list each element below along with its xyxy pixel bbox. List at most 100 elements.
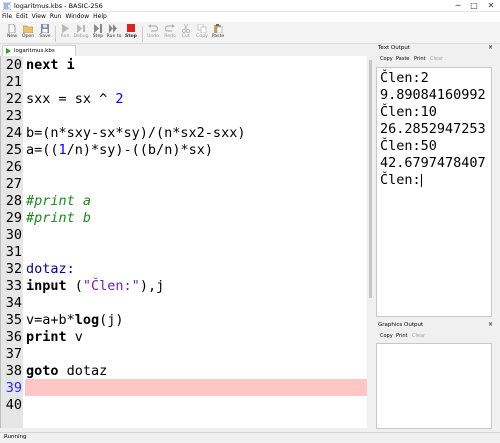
text-output-copy[interactable]: Copy bbox=[380, 55, 393, 63]
run-to-button[interactable]: Run to bbox=[106, 24, 122, 44]
output-prompt: Člen: bbox=[380, 172, 421, 188]
line-number: 25 bbox=[5, 142, 22, 158]
output-line: 9.89084160992 bbox=[380, 87, 486, 103]
line-number: 29 bbox=[5, 210, 22, 226]
run-to-icon bbox=[109, 24, 117, 33]
step-icon bbox=[94, 24, 102, 33]
output-line: Člen:10 bbox=[380, 104, 437, 120]
copy-icon bbox=[197, 24, 207, 33]
graphics-output-clear[interactable]: Clear bbox=[412, 332, 425, 340]
code-line: next i bbox=[26, 57, 75, 73]
panel-close-icon[interactable]: × bbox=[488, 44, 493, 51]
line-number-current: 39 bbox=[5, 380, 22, 396]
status-text: Running bbox=[4, 434, 27, 440]
open-folder-icon bbox=[23, 25, 33, 33]
step-button[interactable]: Step bbox=[90, 24, 106, 44]
run-icon bbox=[62, 24, 69, 33]
code-line: sxx = sx ^ 2 bbox=[26, 91, 124, 107]
menu-window[interactable]: Window bbox=[63, 12, 91, 22]
graphics-output-print[interactable]: Print bbox=[396, 332, 408, 340]
open-button[interactable]: Open bbox=[20, 24, 36, 44]
code-editor[interactable]: 20 next i 21 22 sxx = sx ^ 2 23 24 b=(n*… bbox=[0, 56, 374, 428]
output-line: Člen:2 bbox=[380, 70, 429, 86]
keyword: next i bbox=[26, 57, 75, 73]
text-output-title: Text Output bbox=[378, 45, 410, 51]
code-line-label: dotaz: bbox=[26, 261, 75, 277]
code-line: v=a+b*log(j) bbox=[26, 312, 124, 328]
graphics-output-header: Graphics Output × Copy Print Clear bbox=[376, 321, 500, 343]
cut-icon bbox=[182, 24, 190, 33]
line-number: 38 bbox=[5, 363, 22, 379]
cut-button[interactable]: Cut bbox=[178, 24, 194, 44]
line-number: 21 bbox=[5, 74, 22, 90]
undo-icon bbox=[148, 24, 158, 32]
stop-icon bbox=[127, 24, 135, 32]
editor-scrollbar[interactable] bbox=[367, 56, 374, 428]
graphics-output-title: Graphics Output bbox=[378, 322, 424, 328]
tab-label: logaritmus.kbs bbox=[14, 48, 55, 54]
undo-button[interactable]: Undo bbox=[145, 24, 161, 44]
stop-button[interactable]: Stop bbox=[123, 24, 139, 44]
text-output-scrollbar[interactable] bbox=[492, 67, 499, 317]
menu-help[interactable]: Help bbox=[91, 12, 109, 22]
text-output-area[interactable]: Člen:2 9.89084160992 Člen:10 26.28529472… bbox=[376, 67, 492, 317]
debug-button[interactable]: Debug bbox=[73, 24, 89, 44]
title-bar: logaritmus.kbs - BASIC-256 ─ □ ✕ bbox=[0, 0, 500, 12]
graphics-output-copy[interactable]: Copy bbox=[380, 332, 393, 340]
code-line: print v bbox=[26, 329, 83, 345]
run-button[interactable]: Run bbox=[57, 24, 73, 44]
redo-icon bbox=[165, 24, 175, 32]
tab-bar: logaritmus.kbs bbox=[0, 44, 376, 57]
line-number: 40 bbox=[5, 397, 22, 413]
output-line: 42.6797478407 bbox=[380, 155, 486, 171]
code-line: goto dotaz bbox=[26, 363, 108, 379]
menu-edit[interactable]: Edit bbox=[14, 12, 30, 22]
redo-button[interactable]: Redo bbox=[162, 24, 178, 44]
text-output-header: Text Output × Copy Paste Print Clear bbox=[376, 44, 500, 67]
new-button[interactable]: New bbox=[4, 24, 20, 44]
output-prompt-line: Člen: bbox=[380, 172, 422, 188]
line-number: 20 bbox=[5, 57, 22, 73]
menu-file[interactable]: File bbox=[0, 12, 14, 22]
debug-icon bbox=[77, 24, 85, 33]
line-number: 27 bbox=[5, 176, 22, 192]
scrollbar-thumb[interactable] bbox=[369, 60, 372, 298]
code-line: b=(n*sxy-sx*sy)/(n*sx2-sxx) bbox=[26, 125, 246, 141]
text-output-clear[interactable]: Clear bbox=[430, 55, 443, 63]
new-file-icon bbox=[8, 24, 16, 33]
paste-icon bbox=[214, 24, 223, 33]
graphics-output-canvas[interactable] bbox=[376, 343, 492, 429]
paste-button[interactable]: Paste bbox=[210, 24, 226, 44]
window-title: logaritmus.kbs - BASIC-256 bbox=[14, 2, 103, 10]
minimize-button[interactable]: ─ bbox=[450, 0, 466, 12]
menu-view[interactable]: View bbox=[30, 12, 48, 22]
output-line: 26.2852947253 bbox=[380, 121, 486, 137]
close-window-button[interactable]: ✕ bbox=[483, 0, 499, 12]
maximize-button[interactable]: □ bbox=[466, 0, 482, 12]
code-line: a=((1/n)*sy)-((b/n)*sx) bbox=[26, 142, 213, 158]
line-number: 36 bbox=[5, 329, 22, 345]
menu-bar: File Edit View Run Window Help bbox=[0, 12, 500, 22]
output-line: Člen:50 bbox=[380, 138, 437, 154]
line-number: 28 bbox=[5, 193, 22, 209]
panel-close-icon[interactable]: × bbox=[488, 321, 493, 328]
line-number: 23 bbox=[5, 108, 22, 124]
line-number: 30 bbox=[5, 227, 22, 243]
code-line: input ("Člen:"),j bbox=[26, 278, 165, 294]
status-bar: Running bbox=[0, 432, 500, 443]
menu-run[interactable]: Run bbox=[48, 12, 64, 22]
toolbar-separator bbox=[55, 26, 56, 42]
toolbar: New Open Save Run Debug Step Run to Stop… bbox=[0, 22, 500, 44]
line-number: 34 bbox=[5, 295, 22, 311]
app-icon bbox=[3, 2, 11, 10]
copy-button[interactable]: Copy bbox=[194, 24, 210, 44]
save-button[interactable]: Save bbox=[37, 24, 53, 44]
line-number: 37 bbox=[5, 346, 22, 362]
graphics-output-scrollbar[interactable] bbox=[492, 343, 499, 429]
line-number: 33 bbox=[5, 278, 22, 294]
line-number: 32 bbox=[5, 261, 22, 277]
text-caret bbox=[420, 173, 422, 187]
text-output-print[interactable]: Print bbox=[414, 55, 426, 63]
text-output-paste[interactable]: Paste bbox=[396, 55, 410, 63]
save-icon bbox=[41, 24, 49, 33]
